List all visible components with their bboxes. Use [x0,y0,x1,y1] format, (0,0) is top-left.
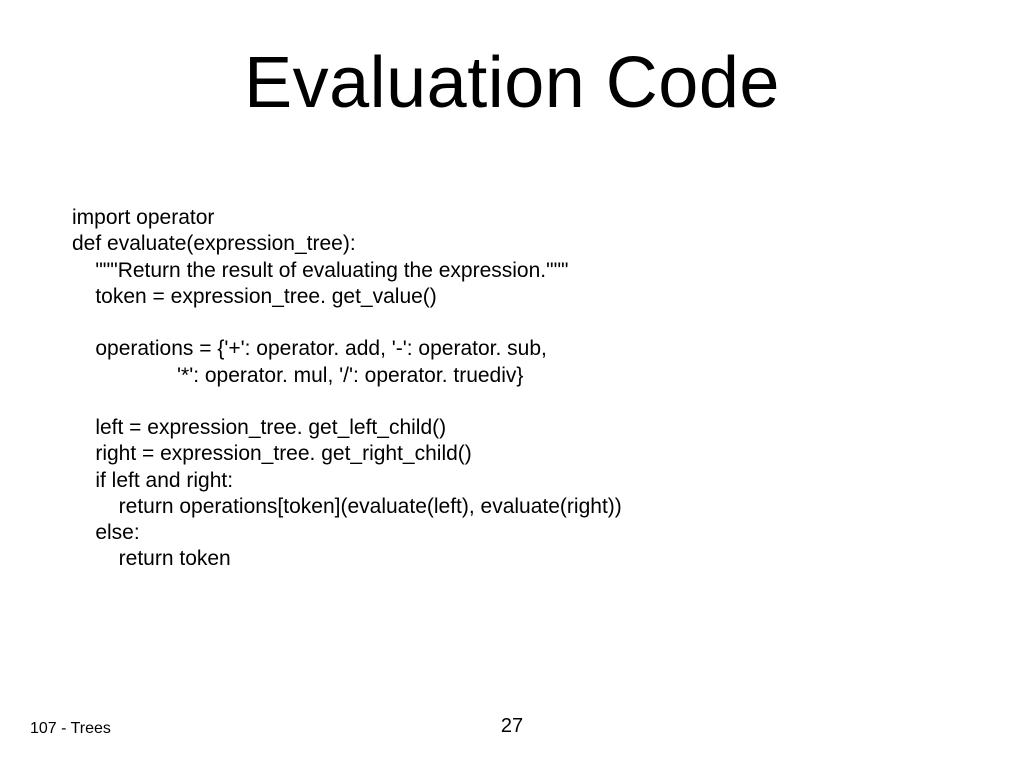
slide: Evaluation Code import operator def eval… [0,0,1024,768]
code-block: import operator def evaluate(expression_… [72,205,952,573]
slide-title: Evaluation Code [0,42,1024,124]
page-number: 27 [0,715,1024,738]
